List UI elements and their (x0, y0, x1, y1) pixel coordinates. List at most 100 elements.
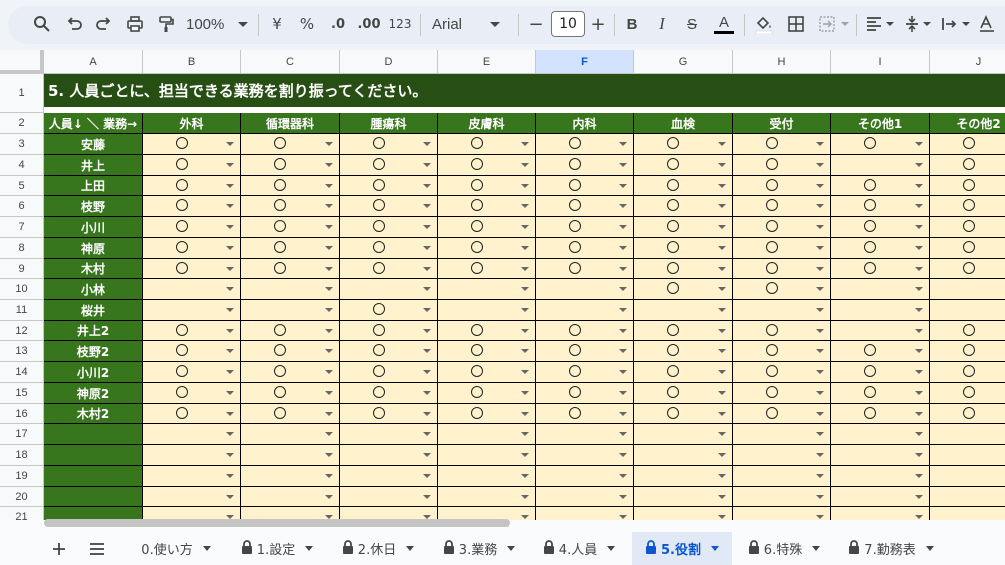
dropdown-arrow-icon[interactable] (619, 204, 627, 208)
dropdown-arrow-icon[interactable] (816, 204, 824, 208)
dropdown-arrow-icon[interactable] (915, 474, 923, 478)
header-cell-task[interactable]: 血検 (634, 113, 733, 134)
horizontal-align-button[interactable] (862, 11, 896, 37)
assignment-cell[interactable] (930, 238, 1005, 259)
dropdown-arrow-icon[interactable] (325, 349, 333, 353)
dropdown-arrow-icon[interactable] (915, 204, 923, 208)
dropdown-arrow-icon[interactable] (718, 391, 726, 395)
dropdown-arrow-icon[interactable] (915, 329, 923, 333)
staff-name-cell[interactable]: 井上 (44, 155, 143, 176)
row-header-10[interactable]: 10 (0, 279, 44, 300)
dropdown-arrow-icon[interactable] (915, 453, 923, 457)
assignment-cell[interactable] (143, 217, 241, 238)
dropdown-arrow-icon[interactable] (718, 329, 726, 333)
add-sheet-button[interactable] (48, 532, 70, 565)
dropdown-arrow-icon[interactable] (718, 204, 726, 208)
assignment-cell[interactable] (143, 259, 241, 279)
assignment-cell[interactable] (831, 466, 930, 487)
row-header-17[interactable]: 17 (0, 424, 44, 445)
dropdown-arrow-icon[interactable] (915, 391, 923, 395)
dropdown-arrow-icon[interactable] (226, 453, 234, 457)
dropdown-arrow-icon[interactable] (915, 308, 923, 312)
redo-button[interactable] (92, 11, 116, 37)
assignment-cell[interactable] (143, 321, 241, 341)
dropdown-arrow-icon[interactable] (423, 287, 431, 291)
dropdown-arrow-icon[interactable] (816, 349, 824, 353)
dropdown-arrow-icon[interactable] (226, 246, 234, 250)
assignment-cell[interactable] (536, 362, 634, 383)
dropdown-arrow-icon[interactable] (226, 308, 234, 312)
fill-color-button[interactable] (752, 11, 776, 37)
dropdown-arrow-icon[interactable] (521, 163, 529, 167)
assignment-cell[interactable] (241, 466, 340, 487)
dropdown-arrow-icon[interactable] (226, 329, 234, 333)
dropdown-arrow-icon[interactable] (915, 370, 923, 374)
dropdown-arrow-icon[interactable] (718, 370, 726, 374)
assignment-cell[interactable] (930, 300, 1005, 321)
dropdown-arrow-icon[interactable] (521, 391, 529, 395)
dropdown-arrow-icon[interactable] (226, 495, 234, 499)
row-header-1[interactable]: 1 (0, 74, 44, 113)
dropdown-arrow-icon[interactable] (423, 308, 431, 312)
dropdown-arrow-icon[interactable] (521, 495, 529, 499)
dropdown-arrow-icon[interactable] (816, 412, 824, 416)
assignment-cell[interactable] (536, 404, 634, 424)
dropdown-arrow-icon[interactable] (325, 329, 333, 333)
assignment-cell[interactable] (438, 445, 536, 466)
staff-name-cell[interactable] (44, 424, 143, 445)
assignment-cell[interactable] (143, 300, 241, 321)
assignment-cell[interactable] (143, 238, 241, 259)
column-header-e[interactable]: E (438, 50, 536, 74)
bold-button[interactable]: B (622, 11, 642, 37)
dropdown-arrow-icon[interactable] (619, 495, 627, 499)
font-select[interactable]: Arial (432, 11, 512, 37)
assignment-cell[interactable] (536, 217, 634, 238)
dropdown-arrow-icon[interactable] (718, 495, 726, 499)
assignment-cell[interactable] (438, 196, 536, 217)
assignment-cell[interactable] (930, 134, 1005, 155)
print-button[interactable] (123, 11, 147, 37)
assignment-cell[interactable] (733, 259, 831, 279)
assignment-cell[interactable] (930, 383, 1005, 404)
assignment-cell[interactable] (634, 466, 733, 487)
dropdown-arrow-icon[interactable] (915, 163, 923, 167)
dropdown-arrow-icon[interactable] (226, 225, 234, 229)
assignment-cell[interactable] (733, 196, 831, 217)
dropdown-arrow-icon[interactable] (325, 370, 333, 374)
row-header-2[interactable]: 2 (0, 113, 44, 134)
assignment-cell[interactable] (831, 134, 930, 155)
dropdown-arrow-icon[interactable] (226, 370, 234, 374)
assignment-cell[interactable] (930, 321, 1005, 341)
assignment-cell[interactable] (438, 300, 536, 321)
column-header-a[interactable]: A (44, 50, 143, 74)
dropdown-arrow-icon[interactable] (521, 432, 529, 436)
text-rotation-button[interactable] (976, 11, 998, 37)
assignment-cell[interactable] (831, 176, 930, 196)
spreadsheet-grid[interactable]: A B C D E F G H I J 1 2 3 4 5 6 7 8 9 10 11 12 13 14 15 16 17 18 19 2… (0, 50, 1005, 520)
assignment-cell[interactable] (930, 445, 1005, 466)
staff-name-cell[interactable]: 木村2 (44, 404, 143, 424)
assignment-cell[interactable] (634, 321, 733, 341)
dropdown-arrow-icon[interactable] (423, 329, 431, 333)
column-header-h[interactable]: H (733, 50, 831, 74)
dropdown-arrow-icon[interactable] (816, 391, 824, 395)
dropdown-arrow-icon[interactable] (521, 329, 529, 333)
dropdown-arrow-icon[interactable] (226, 204, 234, 208)
assignment-cell[interactable] (634, 487, 733, 507)
assignment-cell[interactable] (733, 279, 831, 300)
row-header-5[interactable]: 5 (0, 176, 44, 196)
assignment-cell[interactable] (634, 259, 733, 279)
staff-name-cell[interactable]: 神原 (44, 238, 143, 259)
assignment-cell[interactable] (536, 341, 634, 362)
chevron-down-icon[interactable] (507, 546, 516, 551)
staff-name-cell[interactable] (44, 466, 143, 487)
assignment-cell[interactable] (634, 155, 733, 176)
dropdown-arrow-icon[interactable] (226, 287, 234, 291)
row-header-9[interactable]: 9 (0, 259, 44, 279)
assignment-cell[interactable] (634, 383, 733, 404)
assignment-cell[interactable] (930, 279, 1005, 300)
staff-name-cell[interactable]: 小川2 (44, 362, 143, 383)
assignment-cell[interactable] (438, 404, 536, 424)
dropdown-arrow-icon[interactable] (423, 204, 431, 208)
assignment-cell[interactable] (930, 155, 1005, 176)
